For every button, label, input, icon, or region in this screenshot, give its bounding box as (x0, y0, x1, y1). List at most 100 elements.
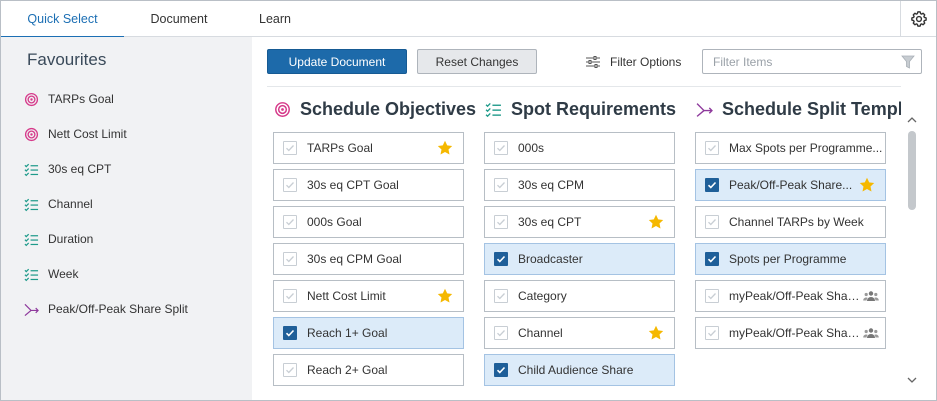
favourite-item[interactable]: TARPs Goal (23, 89, 114, 109)
checkbox[interactable] (494, 363, 508, 377)
option-item[interactable]: Spots per Programme (695, 243, 886, 275)
checkbox[interactable] (494, 178, 508, 192)
checkbox[interactable] (494, 141, 508, 155)
favourite-item[interactable]: Duration (23, 229, 93, 249)
vertical-scrollbar[interactable] (904, 113, 920, 389)
favourite-item-label: Week (48, 267, 79, 281)
group-icon (863, 289, 879, 303)
filter-options-label: Filter Options (610, 55, 682, 69)
favourite-item[interactable]: Channel (23, 194, 93, 214)
option-item[interactable]: myPeak/Off-Peak Share... (695, 280, 886, 312)
tab-document[interactable]: Document (140, 1, 218, 37)
checkbox[interactable] (283, 326, 297, 340)
option-item[interactable]: TARPs Goal (273, 132, 464, 164)
star-icon[interactable] (858, 176, 876, 194)
option-item[interactable]: Channel TARPs by Week (695, 206, 886, 238)
option-item[interactable]: Reach 2+ Goal (273, 354, 464, 386)
checkbox[interactable] (494, 326, 508, 340)
checkbox[interactable] (283, 178, 297, 192)
star-icon[interactable] (436, 287, 454, 305)
checkbox[interactable] (283, 363, 297, 377)
checkbox[interactable] (705, 178, 719, 192)
quick-select-panel: Schedule Objectives TARPs Goal 30s eq CPT … (253, 85, 901, 400)
favourite-item[interactable]: Peak/Off-Peak Share Split (23, 299, 188, 319)
favourite-item[interactable]: Week (23, 264, 78, 284)
option-label: 30s eq CPM (518, 178, 585, 192)
filter-options-button[interactable]: Filter Options (585, 51, 681, 73)
option-item[interactable]: 30s eq CPT Goal (273, 169, 464, 201)
scrollbar-thumb[interactable] (908, 131, 916, 210)
option-item[interactable]: 000s (484, 132, 675, 164)
favourite-item-label: Nett Cost Limit (48, 127, 127, 141)
checkbox[interactable] (494, 289, 508, 303)
filter-items-field[interactable] (702, 49, 922, 74)
checkbox[interactable] (705, 252, 719, 266)
option-item[interactable]: Peak/Off-Peak Share... (695, 169, 886, 201)
star-icon[interactable] (647, 213, 665, 231)
checkbox[interactable] (705, 215, 719, 229)
option-item[interactable]: Channel (484, 317, 675, 349)
checkbox[interactable] (283, 289, 297, 303)
option-label: Nett Cost Limit (307, 289, 386, 303)
column-title: Spot Requirements (511, 98, 677, 119)
checkbox[interactable] (283, 215, 297, 229)
star-icon[interactable] (436, 139, 454, 157)
settings-button[interactable] (900, 1, 936, 37)
option-item[interactable]: 30s eq CPM Goal (273, 243, 464, 275)
favourites-sidebar: Favourites TARPs Goal Nett Cost Limit 30s … (1, 37, 252, 400)
option-label: 000s Goal (307, 215, 362, 229)
option-item[interactable]: Max Spots per Programme... (695, 132, 886, 164)
column-2: Spot Requirements 000s 30s eq CPM 30s eq CP… (484, 85, 689, 400)
option-item[interactable]: Nett Cost Limit (273, 280, 464, 312)
checklist-icon (484, 100, 502, 118)
option-item[interactable]: 30s eq CPT (484, 206, 675, 238)
option-label: Broadcaster (518, 252, 583, 266)
checkbox[interactable] (705, 141, 719, 155)
option-label: 30s eq CPT (518, 215, 582, 229)
checkbox[interactable] (494, 252, 508, 266)
checklist-icon (23, 231, 39, 247)
column-header: Schedule Split Templates (695, 97, 901, 121)
option-item[interactable]: myPeak/Off-Peak Share... (695, 317, 886, 349)
column-header: Schedule Objectives (273, 97, 476, 121)
update-document-button[interactable]: Update Document (267, 49, 407, 74)
tab-learn[interactable]: Learn (249, 1, 301, 37)
option-item[interactable]: Reach 1+ Goal (273, 317, 464, 349)
option-item[interactable]: 000s Goal (273, 206, 464, 238)
favourite-item[interactable]: Nett Cost Limit (23, 124, 127, 144)
star-icon[interactable] (647, 324, 665, 342)
reset-changes-button[interactable]: Reset Changes (417, 49, 537, 74)
option-item[interactable]: Broadcaster (484, 243, 675, 275)
target-icon (273, 100, 291, 118)
checkbox[interactable] (705, 326, 719, 340)
checkbox[interactable] (705, 289, 719, 303)
scroll-down-icon[interactable] (907, 376, 917, 384)
checklist-icon (23, 161, 39, 177)
option-item[interactable]: 30s eq CPM (484, 169, 675, 201)
column-header: Spot Requirements (484, 97, 676, 121)
checkbox[interactable] (494, 215, 508, 229)
checkbox[interactable] (283, 141, 297, 155)
split-icon (23, 301, 39, 317)
tab-quick-select[interactable]: Quick Select (1, 1, 124, 38)
target-icon (23, 91, 39, 107)
filter-items-input[interactable] (703, 50, 893, 73)
checkbox[interactable] (283, 252, 297, 266)
option-label: Max Spots per Programme... (729, 141, 883, 155)
option-label: 30s eq CPT Goal (307, 178, 399, 192)
column-title: Schedule Split Templates (722, 98, 901, 119)
option-label: Child Audience Share (518, 363, 634, 377)
option-item[interactable]: Category (484, 280, 675, 312)
sliders-icon (586, 56, 600, 68)
option-label: TARPs Goal (307, 141, 373, 155)
option-label: Category (518, 289, 567, 303)
funnel-icon[interactable] (901, 54, 915, 70)
checklist-icon (23, 196, 39, 212)
gear-icon (910, 11, 927, 27)
scroll-up-icon[interactable] (907, 116, 917, 124)
favourites-title: Favourites (27, 50, 107, 69)
column-3: Schedule Split Templates Max Spots per Pr… (695, 85, 901, 400)
option-item[interactable]: Child Audience Share (484, 354, 675, 386)
option-label: Spots per Programme (729, 252, 847, 266)
favourite-item[interactable]: 30s eq CPT (23, 159, 111, 179)
